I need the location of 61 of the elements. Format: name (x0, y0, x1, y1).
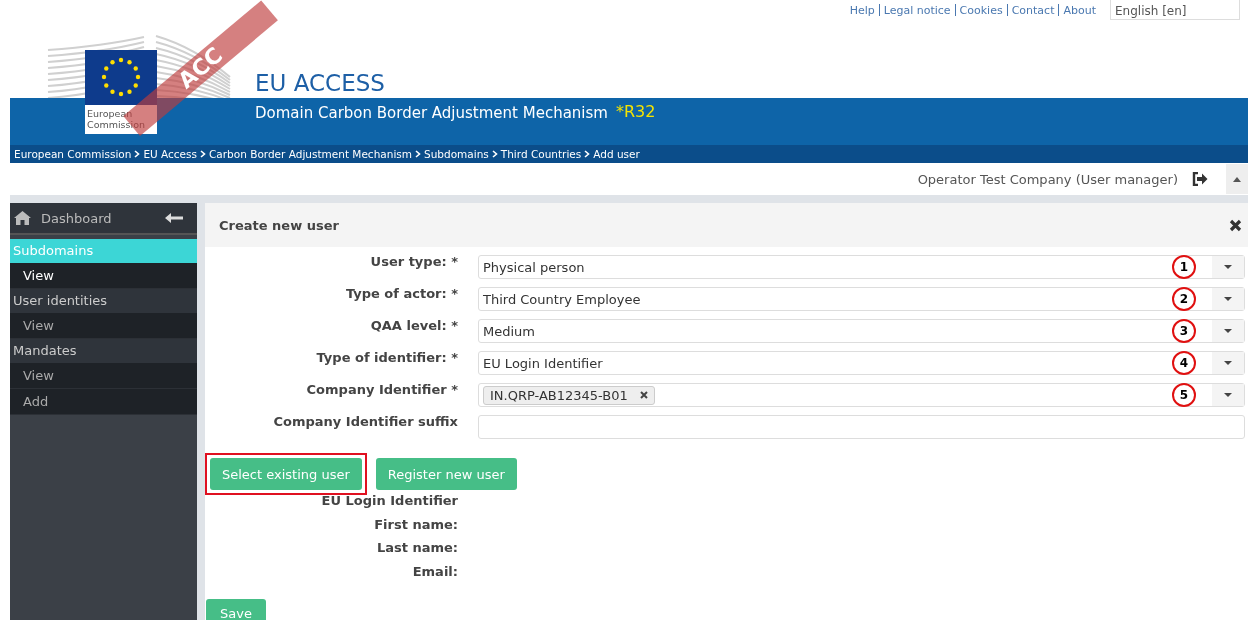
info-label: Last name: (376, 540, 458, 557)
tag-text: IN.QRP-AB12345-B01 (490, 387, 628, 403)
number-marker: 5 (1172, 383, 1196, 407)
panel-title: Create new user (219, 217, 339, 233)
chevron-icon (415, 150, 421, 158)
caret-icon (1224, 329, 1232, 333)
number-marker: 1 (1172, 255, 1196, 279)
logout-icon[interactable] (1192, 172, 1208, 186)
breadcrumb-link[interactable]: Carbon Border Adjustment Mechanism (209, 148, 412, 160)
field-label: Type of identifier: * (315, 349, 458, 365)
number-marker: 4 (1172, 351, 1196, 375)
caret-icon (1224, 393, 1232, 397)
back-arrow-icon[interactable] (165, 213, 183, 223)
dropdown-button[interactable] (1212, 384, 1244, 406)
top-link[interactable]: Legal notice (883, 3, 951, 17)
field-label: QAA level: * (369, 317, 458, 333)
number-marker: 2 (1172, 287, 1196, 311)
field-label: User type: * (369, 253, 458, 269)
breadcrumb-link[interactable]: EU Access (143, 148, 198, 160)
breadcrumb-link[interactable]: Subdomains (424, 148, 489, 160)
sidebar-item[interactable]: View (10, 363, 197, 389)
sidebar-item[interactable]: Add (10, 389, 197, 415)
caret-icon (1233, 176, 1241, 182)
home-icon (14, 211, 31, 225)
dropdown-button[interactable] (1212, 352, 1244, 374)
chevron-icon (200, 150, 207, 158)
sidebar-section[interactable]: Mandates (10, 339, 197, 363)
dropdown-button[interactable] (1212, 288, 1244, 310)
number-marker: 3 (1172, 319, 1196, 343)
chevron-icon (584, 150, 591, 158)
top-link[interactable]: About (1063, 3, 1096, 17)
caret-icon (1224, 297, 1232, 301)
field-label: Type of actor: * (344, 285, 458, 301)
release-label: *R32 (615, 102, 656, 121)
info-label: EU Login Identifier (321, 493, 458, 510)
language-select[interactable]: English [en] (1110, 0, 1240, 20)
dropdown-button[interactable] (1212, 256, 1244, 278)
top-link[interactable]: Contact (1011, 3, 1055, 17)
caret-icon (1224, 361, 1232, 365)
breadcrumb-link[interactable]: Third Countries (500, 148, 582, 160)
collapse-button[interactable] (1226, 164, 1248, 194)
field-label: Company Identifier suffix (272, 413, 458, 429)
close-icon[interactable] (1229, 218, 1242, 232)
info-label: Email: (412, 563, 458, 581)
breadcrumb-link[interactable]: Add user (593, 148, 640, 160)
dropdown-button[interactable] (1212, 320, 1244, 342)
top-link[interactable]: Help (849, 3, 875, 17)
sidebar-section[interactable]: User identities (10, 289, 197, 313)
caret-icon (1224, 265, 1232, 269)
input-field[interactable] (478, 415, 1245, 439)
sidebar-item[interactable]: View (10, 313, 197, 339)
chevron-icon (134, 150, 141, 158)
field-label: Company Identifier * (305, 381, 458, 397)
info-label: First name: (374, 516, 458, 534)
breadcrumb-link[interactable]: European Commission (14, 148, 132, 160)
chevron-icon (491, 150, 498, 158)
eu-flag-icon (85, 50, 157, 105)
sidebar-item[interactable]: View (10, 263, 197, 289)
top-link[interactable]: Cookies (959, 3, 1003, 17)
user-name: Operator Test Company (User manager) (917, 171, 1178, 187)
remove-icon[interactable] (639, 391, 648, 399)
